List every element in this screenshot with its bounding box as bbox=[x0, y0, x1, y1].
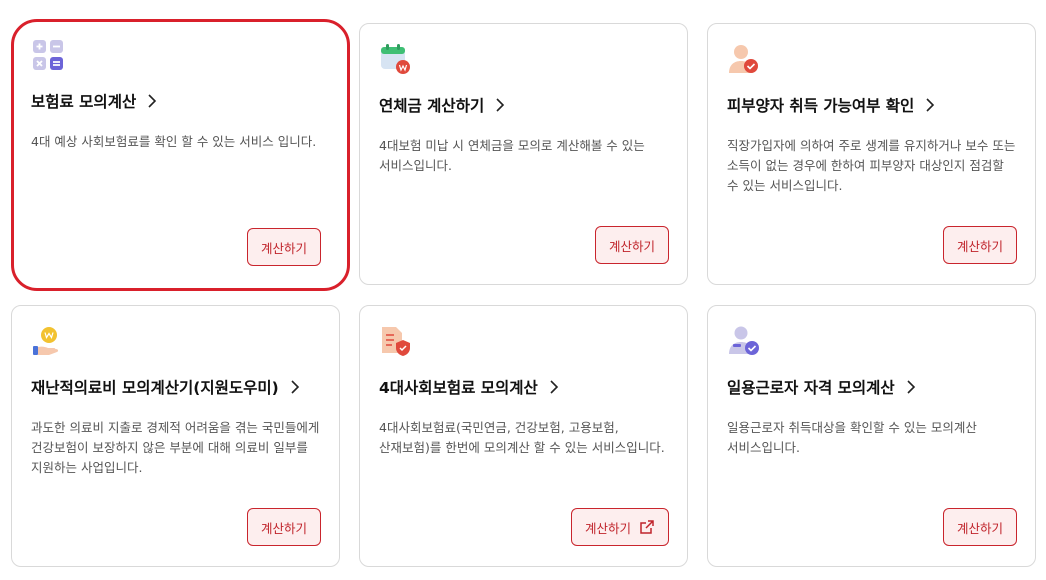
card-title: 보험료 모의계산 bbox=[31, 93, 137, 111]
chevron-right-icon bbox=[291, 380, 299, 394]
button-label: 계산하기 bbox=[584, 520, 631, 536]
chevron-right-icon bbox=[148, 94, 157, 108]
calculator-icon bbox=[31, 38, 65, 72]
calculate-button[interactable]: 계산하기 bbox=[246, 508, 321, 546]
card-daily-worker-calc[interactable]: 일용근로자 자격 모의계산 일용근로자 취득대상을 확인할 수 있는 모의계산 … bbox=[707, 305, 1036, 567]
calculate-external-button[interactable]: 계산하기 bbox=[570, 508, 669, 546]
card-title-row[interactable]: 피부양자 취득 가능여부 확인 bbox=[727, 94, 936, 116]
card-title-row[interactable]: 일용근로자 자격 모의계산 bbox=[727, 376, 917, 398]
card-insurance-premium-calc[interactable]: 보험료 모의계산 4대 예상 사회보험료를 확인 할 수 있는 서비스 입니다.… bbox=[11, 19, 350, 291]
card-title: 연체금 계산하기 bbox=[379, 97, 485, 115]
chevron-right-icon bbox=[907, 380, 915, 394]
calculate-button[interactable]: 계산하기 bbox=[246, 228, 321, 266]
card-description: 직장가입자에 의하여 주로 생계를 유지하거나 보수 또는 소득이 없는 경우에… bbox=[727, 138, 1016, 193]
card-description: 일용근로자 취득대상을 확인할 수 있는 모의계산 서비스입니다. bbox=[727, 420, 977, 455]
card-title: 일용근로자 자격 모의계산 bbox=[727, 379, 895, 397]
card-title: 재난적의료비 모의계산기(지원도우미) bbox=[31, 379, 279, 397]
calculate-button[interactable]: 계산하기 bbox=[942, 508, 1017, 546]
document-shield-icon bbox=[379, 324, 413, 358]
calendar-won-icon bbox=[379, 42, 413, 76]
card-catastrophic-medical-calc[interactable]: 재난적의료비 모의계산기(지원도우미) 과도한 의료비 지출로 경제적 어려움을… bbox=[11, 305, 340, 567]
card-dependent-eligibility[interactable]: 피부양자 취득 가능여부 확인 직장가입자에 의하여 주로 생계를 유지하거나 … bbox=[707, 23, 1036, 285]
card-description: 4대 예상 사회보험료를 확인 할 수 있는 서비스 입니다. bbox=[31, 134, 317, 149]
card-late-fee-calc[interactable]: 연체금 계산하기 4대보험 미납 시 연체금을 모의로 계산해볼 수 있는 서비… bbox=[359, 23, 688, 285]
external-link-icon bbox=[640, 520, 654, 534]
hand-coin-icon bbox=[31, 324, 65, 358]
card-title: 4대사회보험료 모의계산 bbox=[379, 379, 538, 397]
chevron-right-icon bbox=[926, 98, 935, 112]
card-title-row[interactable]: 4대사회보험료 모의계산 bbox=[379, 376, 560, 398]
person-check-icon bbox=[727, 42, 761, 76]
card-title-row[interactable]: 재난적의료비 모의계산기(지원도우미) bbox=[31, 376, 301, 398]
chevron-right-icon bbox=[550, 380, 558, 394]
card-description: 4대사회보험료(국민연금, 건강보험, 고용보험, 산재보험)를 한번에 모의계… bbox=[379, 420, 665, 455]
card-description: 4대보험 미납 시 연체금을 모의로 계산해볼 수 있는 서비스입니다. bbox=[379, 138, 645, 173]
card-title: 피부양자 취득 가능여부 확인 bbox=[727, 97, 915, 115]
card-four-insurance-calc[interactable]: 4대사회보험료 모의계산 4대사회보험료(국민연금, 건강보험, 고용보험, 산… bbox=[359, 305, 688, 567]
card-title-row[interactable]: 연체금 계산하기 bbox=[379, 94, 506, 116]
chevron-right-icon bbox=[496, 98, 505, 112]
calculate-button[interactable]: 계산하기 bbox=[942, 226, 1017, 264]
calculate-button[interactable]: 계산하기 bbox=[594, 226, 669, 264]
worker-check-icon bbox=[727, 324, 761, 358]
card-title-row[interactable]: 보험료 모의계산 bbox=[31, 90, 158, 112]
card-description: 과도한 의료비 지출로 경제적 어려움을 겪는 국민들에게 건강보험이 보장하지… bbox=[31, 420, 320, 475]
